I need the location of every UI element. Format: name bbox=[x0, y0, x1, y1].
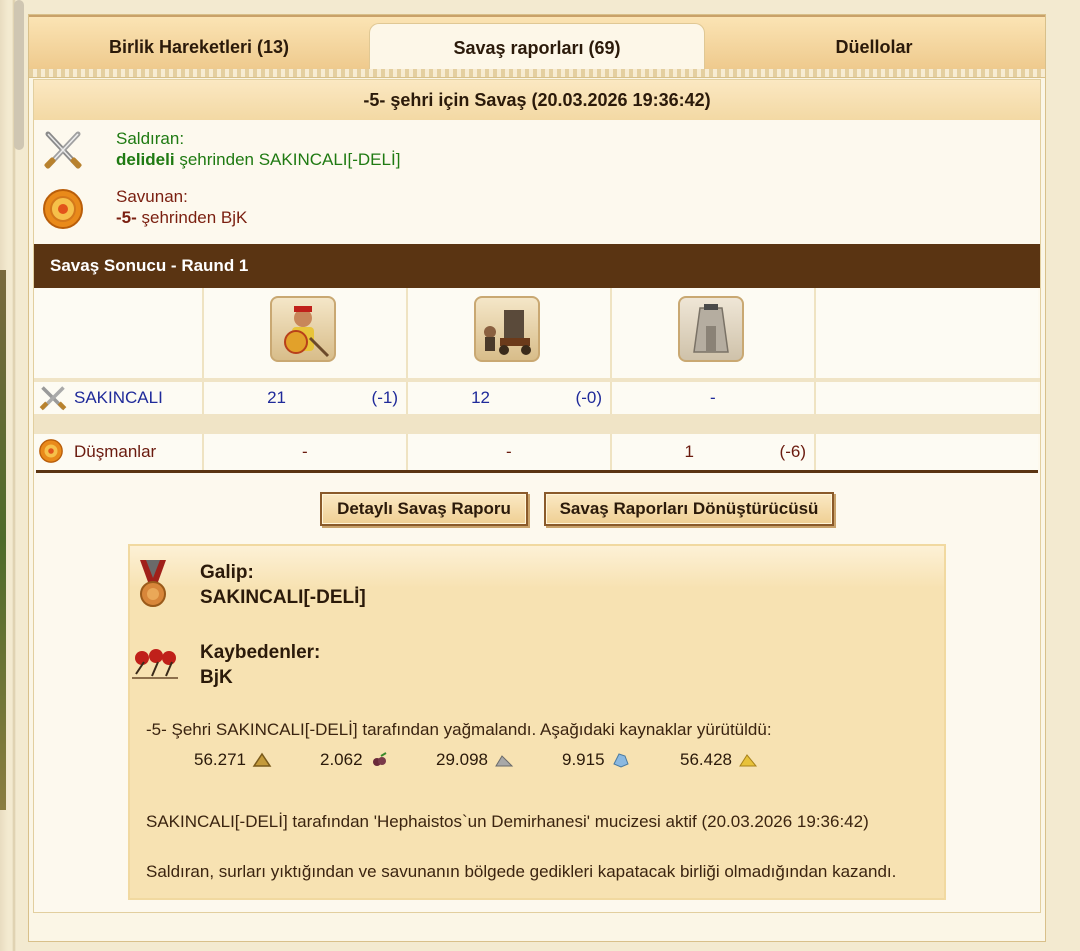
unit-count: - bbox=[710, 388, 716, 407]
unit-header-cell bbox=[408, 288, 612, 378]
decorative-border bbox=[29, 69, 1045, 78]
round-header: Savaş Sonucu - Raund 1 bbox=[34, 244, 1040, 288]
row-label-cell: Düşmanlar bbox=[34, 434, 204, 470]
unit-loss-cell: (-6) bbox=[704, 434, 816, 470]
empty-cell bbox=[816, 434, 1038, 470]
defender-block: Savunan: -5- şehrinden BjK bbox=[34, 182, 1040, 240]
crystal-icon bbox=[612, 753, 629, 768]
resource-crystal-value: 9.915 bbox=[562, 750, 605, 769]
unit-count: - bbox=[506, 442, 512, 461]
resource-marble: 29.098 bbox=[436, 750, 514, 770]
sulfur-icon bbox=[739, 754, 758, 767]
resource-wine-value: 2.062 bbox=[320, 750, 363, 769]
unit-header-cell bbox=[612, 288, 816, 378]
attacker-city-link[interactable]: delideli bbox=[116, 150, 175, 169]
report-title: -5- şehri için Savaş (20.03.2026 19:36:4… bbox=[34, 80, 1040, 120]
shield-icon bbox=[39, 439, 63, 463]
resource-wood: 56.271 bbox=[194, 750, 272, 770]
crossed-swords-icon bbox=[39, 386, 67, 411]
map-edge-strip bbox=[0, 270, 6, 810]
attacker-row-label[interactable]: SAKINCALI bbox=[74, 388, 163, 408]
unit-loss-cell: (-1) bbox=[296, 382, 408, 414]
tab-combat-reports[interactable]: Savaş raporları (69) bbox=[369, 23, 705, 72]
unit-loss-cell: (-0) bbox=[500, 382, 612, 414]
unit-count-cell: - bbox=[408, 434, 612, 470]
defender-heading: Savunan: bbox=[116, 187, 188, 206]
hoplite-icon[interactable] bbox=[270, 296, 336, 362]
unit-loss: (-1) bbox=[371, 388, 398, 407]
table-bottom-rule bbox=[36, 470, 1038, 473]
resource-wood-value: 56.271 bbox=[194, 750, 246, 769]
unit-count-cell: - bbox=[204, 434, 408, 470]
resource-wine: 2.062 bbox=[320, 750, 389, 770]
unit-loss: (-6) bbox=[779, 442, 806, 461]
winner-name[interactable]: SAKINCALI[-DELİ] bbox=[200, 587, 366, 609]
tab-troop-movements[interactable]: Birlik Hareketleri (13) bbox=[29, 23, 369, 71]
left-scrollbar-area[interactable] bbox=[0, 0, 28, 951]
tab-bar: Birlik Hareketleri (13) Savaş raporları … bbox=[29, 15, 1045, 72]
winner-label: Galip: bbox=[200, 562, 254, 583]
resource-sulfur: 56.428 bbox=[680, 750, 758, 770]
empty-cell bbox=[816, 382, 1038, 414]
attacker-block: Saldıran: delideli şehrinden SAKINCALI[-… bbox=[34, 124, 1040, 182]
unit-count: - bbox=[302, 442, 308, 461]
wine-icon bbox=[372, 752, 387, 766]
defender-text: Savunan: -5- şehrinden BjK bbox=[116, 186, 247, 228]
detailed-report-button[interactable]: Detaylı Savaş Raporu bbox=[320, 492, 528, 526]
wood-icon bbox=[252, 752, 272, 767]
scrollbar-thumb[interactable] bbox=[14, 0, 24, 150]
resource-marble-value: 29.098 bbox=[436, 750, 488, 769]
city-wall-icon[interactable] bbox=[678, 296, 744, 362]
unit-loss: (-0) bbox=[575, 388, 602, 407]
defender-row-label: Düşmanlar bbox=[74, 442, 157, 461]
unit-count-cell: 21 bbox=[204, 382, 296, 414]
unit-header-empty bbox=[816, 288, 1038, 378]
unit-count-cell: 12 bbox=[408, 382, 500, 414]
unit-count-cell: 1 bbox=[612, 434, 704, 470]
resource-crystal: 9.915 bbox=[562, 750, 631, 770]
losers-label: Kaybedenler: bbox=[200, 642, 321, 663]
battle-report-window: Birlik Hareketleri (13) Savaş raporları … bbox=[28, 14, 1046, 942]
combat-report: -5- şehri için Savaş (20.03.2026 19:36:4… bbox=[33, 79, 1041, 913]
losers-name[interactable]: BjK bbox=[200, 667, 233, 689]
unit-count: 12 bbox=[471, 388, 490, 407]
medal-icon bbox=[140, 560, 166, 607]
resource-sulfur-value: 56.428 bbox=[680, 750, 732, 769]
victory-reason-text: Saldıran, surları yıktığından ve savunan… bbox=[146, 862, 897, 881]
crossed-swords-icon bbox=[44, 131, 82, 169]
unit-count: 1 bbox=[684, 442, 694, 461]
defender-city-link[interactable]: -5- bbox=[116, 208, 137, 227]
unit-header-cell bbox=[204, 288, 408, 378]
row-label-cell: SAKINCALI bbox=[34, 382, 204, 414]
battle-result-box: Galip: SAKINCALI[-DELİ] Kaybedenler: BjK… bbox=[128, 544, 946, 900]
shield-icon bbox=[43, 189, 83, 229]
defender-player[interactable]: şehrinden BjK bbox=[142, 208, 248, 227]
attacker-heading: Saldıran: bbox=[116, 129, 185, 148]
plunder-text: -5- Şehri SAKINCALI[-DELİ] tarafından ya… bbox=[146, 720, 772, 739]
attacker-player[interactable]: şehrinden SAKINCALI[-DELİ] bbox=[179, 150, 400, 169]
unit-count: 21 bbox=[267, 388, 286, 407]
catapult-icon[interactable] bbox=[474, 296, 540, 362]
fallen-soldiers-icon bbox=[132, 649, 178, 679]
marble-icon bbox=[495, 755, 514, 767]
report-converter-button[interactable]: Savaş Raporları Dönüştürücüsü bbox=[544, 492, 834, 526]
tab-duels[interactable]: Düellolar bbox=[703, 23, 1045, 71]
row-divider bbox=[34, 414, 1040, 434]
unit-count-cell: - bbox=[612, 382, 816, 414]
unit-header-empty bbox=[34, 288, 204, 378]
attacker-text: Saldıran: delideli şehrinden SAKINCALI[-… bbox=[116, 128, 400, 170]
wonder-text: SAKINCALI[-DELİ] tarafından 'Hephaistos`… bbox=[146, 812, 869, 831]
